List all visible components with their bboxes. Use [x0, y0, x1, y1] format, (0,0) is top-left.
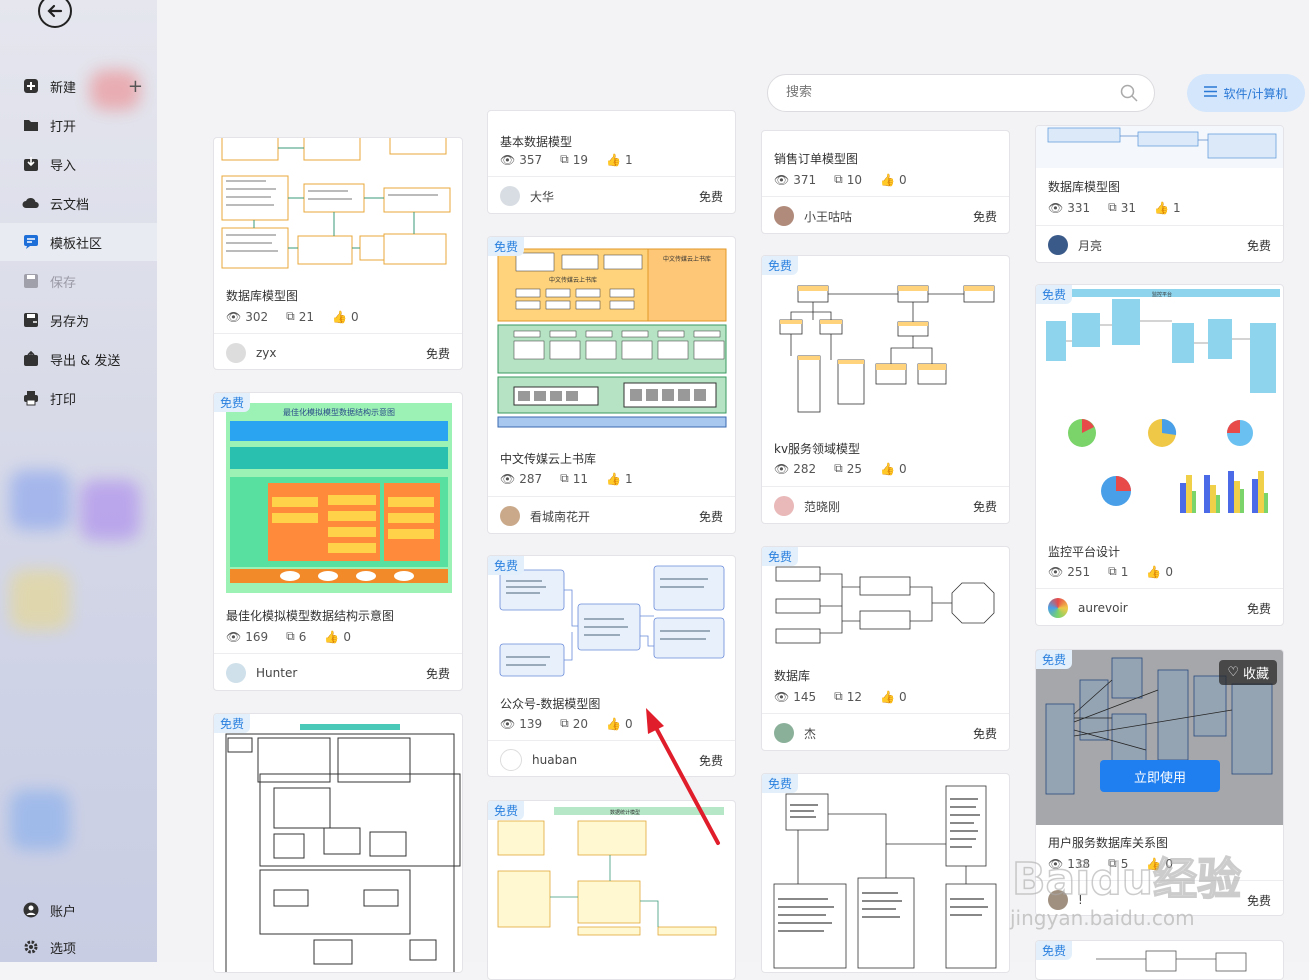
annotation-arrow: [646, 708, 720, 845]
free-badge: 免费: [488, 556, 525, 575]
free-badge: 免费: [762, 547, 799, 566]
free-badge: 免费: [1036, 650, 1073, 669]
watermark-url: jingyan.baidu.com: [1010, 906, 1195, 930]
free-badge: 免费: [488, 801, 525, 820]
free-badge: 免费: [1036, 941, 1073, 960]
free-badge: 免费: [762, 256, 799, 275]
free-badge: 免费: [214, 714, 251, 733]
free-badge: 免费: [488, 237, 525, 256]
free-badge: 免费: [214, 393, 251, 412]
free-badge: 免费: [762, 774, 799, 793]
free-badge: 免费: [1036, 285, 1073, 304]
